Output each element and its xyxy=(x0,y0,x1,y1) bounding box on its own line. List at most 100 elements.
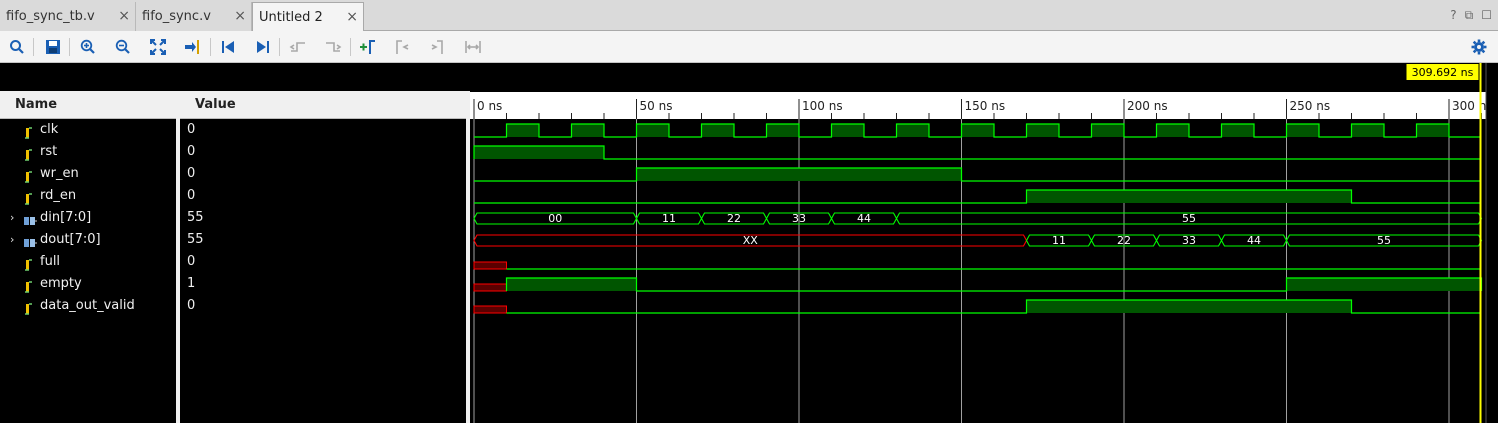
waveform-viewer: Name Value clk 0 rst 0 wr_en 0 rd_en 0 › din[7:0]… xyxy=(0,63,1498,423)
bus-value-label: 55 xyxy=(1182,212,1196,225)
signal-row[interactable]: rst 0 xyxy=(0,142,466,164)
settings-gear-icon[interactable] xyxy=(1468,36,1490,58)
help-icon[interactable]: ? xyxy=(1450,8,1456,23)
maximize-icon[interactable]: ☐ xyxy=(1481,8,1492,23)
bus-signal-icon xyxy=(24,212,37,231)
signal-value: 0 xyxy=(187,188,196,203)
tab-actions: ? ⧉ ☐ xyxy=(1450,8,1492,23)
waveform-canvas[interactable]: 0 ns 50 ns 100 ns 150 ns 200 ns 250 ns 300 ns0… xyxy=(470,63,1498,423)
high-level-fill xyxy=(636,168,962,181)
cursor-label-strip xyxy=(470,63,1498,92)
high-level-fill xyxy=(636,124,669,137)
high-level-fill xyxy=(1026,190,1352,203)
signal-value: 1 xyxy=(187,276,196,291)
bus-value-label: 55 xyxy=(1377,234,1391,247)
high-level-fill xyxy=(896,124,929,137)
undefined-region xyxy=(473,283,507,292)
high-level-fill xyxy=(766,124,799,137)
high-level-fill xyxy=(1351,124,1384,137)
signal-value: 0 xyxy=(187,122,196,137)
signal-value: 0 xyxy=(187,166,196,181)
expand-chevron-icon[interactable]: › xyxy=(10,211,14,224)
bus-signal-icon xyxy=(24,234,37,253)
bus-value-label: 22 xyxy=(727,212,741,225)
bus-value-label: 44 xyxy=(1247,234,1261,247)
zoom-fit-icon[interactable] xyxy=(147,36,169,58)
value-column-header[interactable]: Value xyxy=(180,91,466,119)
high-level-fill xyxy=(1156,124,1189,137)
signal-name: rd_en xyxy=(40,188,77,203)
signal-name: wr_en xyxy=(40,166,79,181)
tab-label: fifo_sync_tb.v xyxy=(6,9,95,24)
expand-chevron-icon[interactable]: › xyxy=(10,233,14,246)
high-level-fill xyxy=(1221,124,1254,137)
bus-value-label: 11 xyxy=(1052,234,1066,247)
goto-start-icon[interactable] xyxy=(217,36,239,58)
restore-icon[interactable]: ⧉ xyxy=(1465,8,1474,23)
name-column-header[interactable]: Name xyxy=(0,91,176,119)
waveform-toolbar xyxy=(0,31,1498,63)
high-level-fill xyxy=(1026,300,1352,313)
high-level-fill xyxy=(1286,124,1319,137)
close-icon[interactable]: × xyxy=(346,9,358,25)
editor-tab-bar: fifo_sync_tb.v × fifo_sync.v × Untitled … xyxy=(0,0,1498,31)
signal-name: data_out_valid xyxy=(40,298,135,313)
high-level-fill xyxy=(571,124,604,137)
tab-fifo-sync[interactable]: fifo_sync.v × xyxy=(136,2,252,31)
previous-marker-icon[interactable] xyxy=(392,36,414,58)
ruler-tick-label: 100 ns xyxy=(802,99,843,113)
signal-name: dout[7:0] xyxy=(40,232,101,247)
bit-signal-icon xyxy=(24,146,34,165)
bus-value-label: 33 xyxy=(792,212,806,225)
goto-cursor-icon[interactable] xyxy=(182,36,204,58)
signal-row[interactable]: data_out_valid 0 xyxy=(0,296,466,318)
save-icon[interactable] xyxy=(42,36,64,58)
zoom-out-icon[interactable] xyxy=(112,36,134,58)
tab-untitled-2[interactable]: Untitled 2 × xyxy=(252,2,364,31)
high-level-fill xyxy=(474,146,604,159)
high-level-fill xyxy=(1416,124,1449,137)
previous-transition-icon[interactable] xyxy=(287,36,309,58)
signal-row[interactable]: clk 0 xyxy=(0,120,466,142)
goto-end-icon[interactable] xyxy=(252,36,274,58)
ruler-tick-label: 250 ns xyxy=(1290,99,1331,113)
high-level-fill xyxy=(701,124,734,137)
high-level-fill xyxy=(831,124,864,137)
cursor-time-label: 309.692 ns xyxy=(1412,66,1474,79)
bus-value-label: 22 xyxy=(1117,234,1131,247)
signal-row[interactable]: rd_en 0 xyxy=(0,186,466,208)
bit-signal-icon xyxy=(24,278,34,297)
bit-signal-icon xyxy=(24,124,34,143)
next-marker-icon[interactable] xyxy=(427,36,449,58)
signal-trace xyxy=(474,167,1482,182)
ruler-tick-label: 50 ns xyxy=(640,99,673,113)
signal-row[interactable]: empty 1 xyxy=(0,274,466,296)
bus-value-label: 33 xyxy=(1182,234,1196,247)
next-transition-icon[interactable] xyxy=(322,36,344,58)
zoom-in-icon[interactable] xyxy=(77,36,99,58)
bus-value-label: XX xyxy=(743,234,759,247)
signal-row[interactable]: full 0 xyxy=(0,252,466,274)
close-icon[interactable]: × xyxy=(234,8,246,24)
tab-fifo-sync-tb[interactable]: fifo_sync_tb.v × xyxy=(0,2,136,31)
bit-signal-icon xyxy=(24,190,34,209)
add-marker-icon[interactable] xyxy=(357,36,379,58)
high-level-fill xyxy=(1026,124,1059,137)
signal-name: clk xyxy=(40,122,59,137)
ruler-tick-label: 150 ns xyxy=(965,99,1006,113)
bus-value-label: 44 xyxy=(857,212,871,225)
search-icon[interactable] xyxy=(6,36,28,58)
signal-row[interactable]: › dout[7:0] 55 xyxy=(0,230,466,252)
high-level-fill xyxy=(1091,124,1124,137)
signal-value: 0 xyxy=(187,298,196,313)
close-icon[interactable]: × xyxy=(118,8,130,24)
signal-name: empty xyxy=(40,276,82,291)
signal-row[interactable]: › din[7:0] 55 xyxy=(0,208,466,230)
bit-signal-icon xyxy=(24,256,34,275)
swap-cursors-icon[interactable] xyxy=(462,36,484,58)
bus-value-label: 11 xyxy=(662,212,676,225)
high-level-fill xyxy=(506,278,637,291)
signal-row[interactable]: wr_en 0 xyxy=(0,164,466,186)
ruler-tick-label: 200 ns xyxy=(1127,99,1168,113)
signal-value: 0 xyxy=(187,254,196,269)
